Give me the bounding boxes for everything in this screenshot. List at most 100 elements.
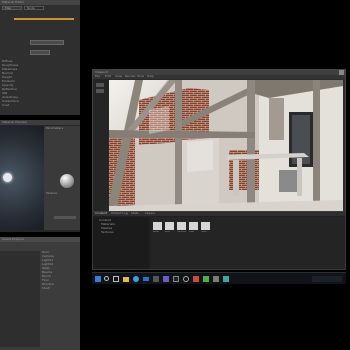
list-item[interactable]: Emission (2, 80, 15, 83)
material-preview-viewport[interactable] (0, 126, 44, 230)
folder-item[interactable]: Textures (101, 231, 114, 234)
monitor1-input-row[interactable] (30, 50, 50, 55)
list-item[interactable]: Coat (2, 104, 9, 107)
chat-icon[interactable] (203, 276, 209, 282)
list-item[interactable]: Shelf (42, 287, 50, 290)
list-item[interactable]: Reflection (2, 88, 17, 91)
monitor3-main-area[interactable] (0, 251, 40, 347)
list-item[interactable]: Opacity (2, 84, 14, 87)
material-sphere-icon (60, 174, 74, 188)
monitor2-title: Material Preview (2, 121, 27, 124)
menu-file[interactable]: File (95, 75, 100, 78)
asset-grid: Beam Brick Concrete Floor Glass (151, 217, 345, 269)
list-item[interactable]: Normal (2, 72, 13, 75)
folder-icon[interactable] (123, 277, 129, 282)
asset-thumbnail (165, 222, 174, 230)
monitor1-titlebar[interactable]: Material Editor (0, 0, 80, 5)
list-item[interactable]: Window (42, 283, 54, 286)
viewport-title: Viewport (95, 71, 109, 74)
monitor1: Material Editor Map Node Diffuse Roughne… (0, 0, 80, 115)
monitor1-list: Diffuse Roughness Metalness Normal Heigh… (2, 60, 78, 112)
search-icon[interactable] (104, 276, 109, 281)
photo-icon[interactable] (223, 276, 229, 282)
list-item[interactable]: Height (2, 76, 12, 79)
asset-label: Glass (201, 231, 207, 233)
terminal-icon[interactable] (173, 276, 179, 282)
asset-tile[interactable]: Floor (189, 222, 198, 235)
monitor3-list: Root Camera Light01 Light02 Walls Beams … (42, 251, 78, 311)
cabinet (279, 170, 297, 192)
light-patch (149, 106, 169, 134)
timber-beam (313, 80, 320, 206)
timber-beam (175, 80, 182, 206)
monitor1-accent-strip (14, 18, 74, 20)
menu-render[interactable]: Render (125, 75, 136, 78)
asset-thumbnail (177, 222, 186, 230)
section-texture[interactable]: Texture (46, 192, 57, 195)
asset-label: Beam (153, 231, 159, 233)
menu-tools[interactable]: Tools (137, 75, 144, 78)
browser-icon[interactable] (133, 276, 139, 282)
list-item[interactable]: Light01 (42, 259, 53, 262)
tool-icon[interactable] (96, 89, 104, 93)
editor-icon[interactable] (163, 276, 169, 282)
viewport-left-toolbar (93, 79, 109, 211)
asset-thumbnail (201, 222, 210, 230)
task-view-icon[interactable] (113, 276, 119, 282)
list-item[interactable]: Diffuse (2, 60, 13, 63)
monitor1-input-row[interactable] (30, 40, 64, 45)
monitor3: Scene Explorer Root Camera Light01 Light… (0, 237, 80, 350)
monitor1-tab-node[interactable]: Node (24, 6, 44, 10)
list-item[interactable]: Anisotropy (2, 96, 18, 99)
tab-output-log[interactable]: Output Log (111, 212, 128, 215)
timber-beam (269, 98, 284, 140)
list-item[interactable]: Light02 (42, 263, 53, 266)
list-item[interactable]: Metalness (2, 68, 17, 71)
light-patch (187, 140, 213, 172)
menu-edit[interactable]: Edit (105, 75, 111, 78)
mail-icon[interactable] (143, 277, 149, 281)
asset-browser: Content Output Log Stats Layers Content … (92, 211, 346, 270)
media-icon[interactable] (193, 276, 199, 282)
store-icon[interactable] (153, 276, 159, 282)
list-item[interactable]: Roughness (2, 64, 18, 67)
monitor1-tab-map[interactable]: Map (2, 6, 22, 10)
asset-thumbnail (189, 222, 198, 230)
folder-item[interactable]: Content (99, 219, 111, 222)
list-item[interactable]: Bench (42, 275, 51, 278)
tab-stats[interactable]: Stats (131, 212, 139, 215)
asset-tile[interactable]: Brick (165, 222, 174, 235)
slider-row[interactable] (54, 216, 76, 219)
bench-leg (233, 160, 239, 196)
list-item[interactable]: Subsurface (2, 100, 19, 103)
asset-tile[interactable]: Beam (153, 222, 162, 235)
monitor2-titlebar[interactable]: Material Preview (0, 120, 80, 125)
asset-tile[interactable]: Glass (201, 222, 210, 235)
settings-icon[interactable] (183, 276, 189, 282)
menu-help[interactable]: Help (147, 75, 154, 78)
section-parameters[interactable]: Parameters (46, 127, 63, 130)
list-item[interactable]: Floor (42, 279, 49, 282)
asset-folder-tree: Content Materials Meshes Textures (93, 217, 149, 269)
render-viewport[interactable] (109, 80, 343, 211)
system-tray[interactable] (312, 276, 342, 282)
list-item[interactable]: Walls (42, 267, 50, 270)
menu-view[interactable]: View (115, 75, 122, 78)
asset-label: Brick (165, 231, 171, 233)
tool-icon[interactable] (96, 83, 104, 87)
folder-item[interactable]: Materials (101, 223, 115, 226)
timber-beam (247, 80, 255, 206)
list-item[interactable]: Beams (42, 271, 52, 274)
game-icon[interactable] (213, 276, 219, 282)
list-item[interactable]: Camera (42, 255, 54, 258)
asset-thumbnail (153, 222, 162, 230)
list-item[interactable]: Root (42, 251, 49, 254)
list-item[interactable]: IOR (2, 92, 7, 95)
tab-layers[interactable]: Layers (145, 212, 155, 215)
start-icon[interactable] (95, 276, 101, 282)
asset-tile[interactable]: Concrete (177, 222, 186, 235)
monitor3-titlebar[interactable]: Scene Explorer (0, 237, 80, 242)
bench-leg (297, 158, 302, 196)
folder-item[interactable]: Meshes (101, 227, 112, 230)
tab-content[interactable]: Content (95, 212, 107, 215)
